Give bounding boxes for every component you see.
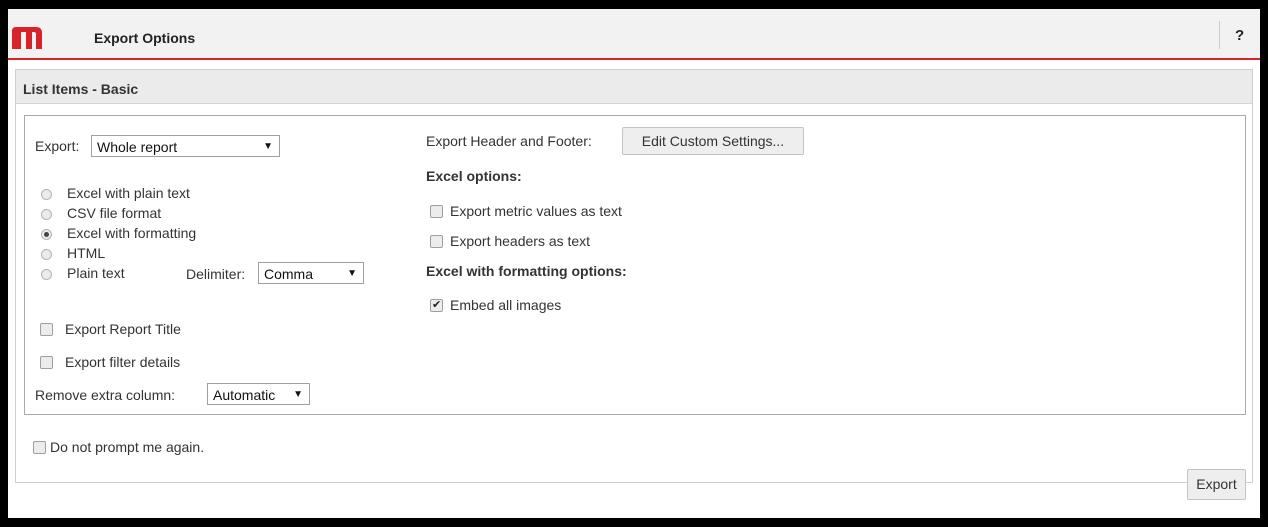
edit-custom-settings-button[interactable]: Edit Custom Settings... (622, 127, 804, 155)
export-headers-as-text-checkbox[interactable] (430, 235, 443, 248)
section-header: List Items - Basic (16, 70, 1252, 104)
section-title: List Items - Basic (23, 81, 139, 97)
chevron-down-icon: ▼ (293, 389, 303, 400)
export-scope-label: Export: (35, 138, 80, 154)
export-metric-as-text-checkbox[interactable] (430, 205, 443, 218)
excel-formatting-options-heading: Excel with formatting options: (426, 263, 627, 279)
export-scope-select[interactable]: Whole report ▼ (91, 135, 280, 157)
dialog-title: Export Options (94, 30, 196, 46)
export-report-title-label: Export Report Title (65, 321, 181, 337)
title-bar: Export Options ? (8, 9, 1260, 60)
format-radio-html[interactable] (41, 249, 52, 260)
delimiter-select[interactable]: Comma ▼ (258, 262, 364, 284)
remove-extra-column-label: Remove extra column: (35, 387, 176, 403)
format-radio-plain-text[interactable] (41, 269, 52, 280)
format-label-excel-formatting: Excel with formatting (67, 225, 197, 241)
format-label-excel-plain: Excel with plain text (67, 185, 190, 201)
format-radio-csv[interactable] (41, 209, 52, 220)
do-not-prompt-label: Do not prompt me again. (50, 439, 205, 455)
format-label-csv: CSV file format (67, 205, 162, 221)
embed-all-images-checkbox[interactable] (430, 298, 443, 312)
remove-extra-column-value: Automatic (213, 387, 276, 403)
header-footer-label: Export Header and Footer: (426, 133, 592, 149)
brand-logo-icon (12, 27, 42, 49)
delimiter-label: Delimiter: (186, 266, 246, 282)
embed-all-images-label: Embed all images (450, 297, 562, 313)
export-metric-as-text-label: Export metric values as text (450, 203, 622, 219)
export-settings-section: List Items - Basic Export: Whole report … (15, 69, 1253, 500)
options-panel: Export: Whole report ▼ Excel with plain … (24, 115, 1246, 415)
export-button[interactable]: Export (1187, 469, 1246, 500)
export-report-title-checkbox[interactable] (40, 323, 53, 336)
delimiter-value: Comma (264, 266, 314, 282)
remove-extra-column-select[interactable]: Automatic ▼ (207, 383, 310, 405)
format-radio-excel-plain[interactable] (41, 189, 52, 200)
chevron-down-icon: ▼ (347, 268, 357, 279)
help-button[interactable]: ? (1235, 27, 1244, 44)
format-radio-excel-formatting[interactable] (41, 229, 52, 240)
format-label-html: HTML (67, 245, 106, 261)
export-filter-details-checkbox[interactable] (40, 356, 53, 369)
export-options-dialog: Export Options ? List Items - Basic Expo… (8, 9, 1260, 518)
chevron-down-icon: ▼ (263, 141, 273, 152)
format-label-plain-text: Plain text (67, 265, 125, 281)
export-headers-as-text-label: Export headers as text (450, 233, 591, 249)
do-not-prompt-checkbox[interactable] (33, 441, 46, 454)
title-divider (1219, 21, 1220, 49)
export-scope-value: Whole report (97, 139, 178, 155)
excel-options-heading: Excel options: (426, 168, 522, 184)
export-filter-details-label: Export filter details (65, 354, 181, 370)
